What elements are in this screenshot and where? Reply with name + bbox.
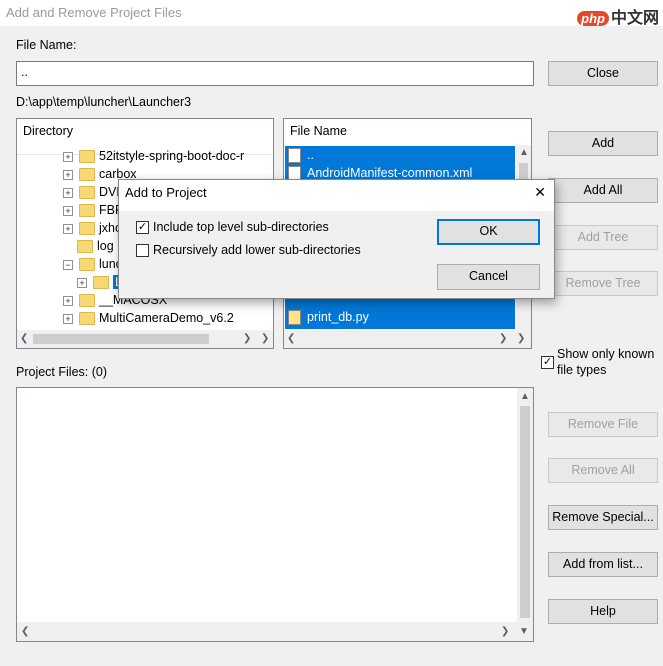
scroll-right-icon[interactable]: ❯ bbox=[501, 626, 509, 637]
remove-file-button[interactable]: Remove File bbox=[548, 412, 658, 437]
checkbox-checked-icon[interactable]: ✓ bbox=[136, 221, 149, 235]
folder-icon bbox=[79, 294, 95, 308]
add-to-project-dialog: Add to Project ✕ ✓ Include top level sub-… bbox=[118, 179, 555, 299]
project-files-hscrollbar[interactable]: ❮ ❯ ▼ bbox=[17, 622, 533, 641]
add-from-list-button[interactable]: Add from list... bbox=[548, 552, 658, 577]
remove-special-button[interactable]: Remove Special... bbox=[548, 505, 658, 530]
scroll-down-icon[interactable]: ❯ bbox=[261, 333, 269, 344]
scroll-thumb[interactable] bbox=[33, 334, 209, 344]
folder-icon bbox=[79, 186, 95, 200]
watermark-logo: php 中文网 bbox=[577, 4, 659, 28]
python-file-icon bbox=[288, 310, 301, 326]
folder-icon bbox=[79, 222, 95, 236]
expand-icon[interactable]: + bbox=[63, 223, 73, 234]
directory-item[interactable]: log bbox=[77, 237, 114, 255]
expand-icon[interactable]: + bbox=[63, 187, 73, 198]
add-button[interactable]: Add bbox=[548, 131, 658, 156]
expand-icon[interactable]: + bbox=[63, 169, 73, 180]
add-tree-button[interactable]: Add Tree bbox=[548, 225, 658, 250]
folder-icon bbox=[79, 312, 95, 326]
checkbox-empty-icon[interactable] bbox=[136, 244, 149, 258]
checkbox-checked-icon[interactable]: ✓ bbox=[541, 356, 554, 369]
folder-icon bbox=[79, 150, 95, 164]
folder-icon bbox=[79, 168, 95, 182]
project-files-label: Project Files: (0) bbox=[16, 365, 107, 379]
scroll-thumb[interactable] bbox=[520, 406, 530, 618]
scroll-right-icon[interactable]: ❯ bbox=[243, 333, 251, 344]
remove-all-button[interactable]: Remove All bbox=[548, 458, 658, 483]
scroll-left-icon[interactable]: ❮ bbox=[287, 333, 295, 344]
current-path: D:\app\temp\luncher\Launcher3 bbox=[16, 95, 192, 109]
directory-hscrollbar[interactable]: ❮ ❯ ❯ bbox=[17, 330, 273, 348]
expand-icon[interactable]: + bbox=[63, 151, 73, 162]
expand-icon[interactable]: + bbox=[63, 205, 73, 216]
file-icon bbox=[288, 148, 301, 164]
close-button[interactable]: Close bbox=[548, 61, 658, 86]
close-icon[interactable]: ✕ bbox=[534, 184, 546, 201]
directory-item[interactable]: − lunc bbox=[63, 255, 122, 273]
scroll-up-icon[interactable]: ▲ bbox=[519, 147, 529, 158]
directory-item[interactable]: + MultiCameraDemo_v6.2 bbox=[63, 309, 234, 327]
add-all-button[interactable]: Add All bbox=[548, 178, 658, 203]
directory-item[interactable]: + FBR bbox=[63, 201, 124, 219]
expand-icon[interactable]: + bbox=[63, 295, 73, 306]
file-name-input[interactable]: .. bbox=[16, 61, 534, 86]
folder-icon bbox=[79, 204, 95, 218]
window-title: Add and Remove Project Files bbox=[0, 0, 663, 26]
scroll-down-icon[interactable]: ▼ bbox=[519, 626, 529, 637]
scroll-left-icon[interactable]: ❮ bbox=[21, 626, 29, 637]
folder-icon bbox=[77, 240, 93, 254]
folder-open-icon bbox=[79, 258, 95, 272]
collapse-icon[interactable]: − bbox=[63, 259, 73, 270]
directory-item[interactable]: + DVR bbox=[63, 183, 125, 201]
scroll-right-icon[interactable]: ❯ bbox=[499, 333, 507, 344]
file-item[interactable]: .. bbox=[288, 146, 314, 164]
file-list-hscrollbar[interactable]: ❮ ❯ ❯ bbox=[284, 330, 531, 348]
scroll-left-icon[interactable]: ❮ bbox=[20, 333, 28, 344]
directory-item-selected[interactable]: +L bbox=[77, 273, 124, 291]
help-button[interactable]: Help bbox=[548, 599, 658, 624]
scroll-up-icon[interactable]: ▲ bbox=[520, 391, 530, 402]
project-files-vscrollbar[interactable]: ▲ bbox=[517, 388, 533, 622]
file-item[interactable]: print_db.py bbox=[288, 308, 369, 326]
show-known-checkbox[interactable]: ✓ Show only known file types bbox=[541, 346, 661, 378]
directory-item[interactable]: + jxho bbox=[63, 219, 122, 237]
recursive-checkbox[interactable]: Recursively add lower sub-directories bbox=[136, 243, 361, 258]
include-top-checkbox[interactable]: ✓ Include top level sub-directories bbox=[136, 220, 329, 235]
expand-icon[interactable]: + bbox=[77, 277, 87, 288]
scroll-down-icon[interactable]: ❯ bbox=[517, 333, 525, 344]
directory-item[interactable]: +52itstyle-spring-boot-doc-r bbox=[63, 147, 244, 165]
show-known-label: Show only known file types bbox=[557, 347, 655, 377]
project-files-list[interactable]: ▲ ❮ ❯ ▼ bbox=[16, 387, 534, 642]
folder-icon bbox=[93, 276, 109, 290]
expand-icon[interactable]: + bbox=[63, 313, 73, 324]
file-name-label: File Name: bbox=[16, 38, 77, 52]
ok-button[interactable]: OK bbox=[437, 219, 540, 245]
dialog-title: Add to Project bbox=[119, 180, 554, 211]
remove-tree-button[interactable]: Remove Tree bbox=[548, 271, 658, 296]
cancel-button[interactable]: Cancel bbox=[437, 264, 540, 290]
